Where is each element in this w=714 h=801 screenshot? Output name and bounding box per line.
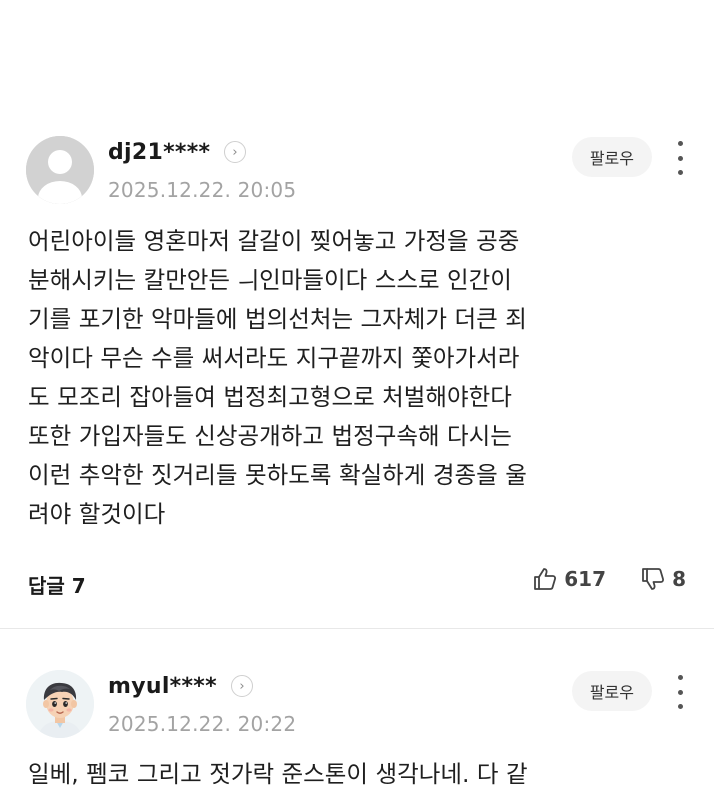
comment-timestamp: 2025.12.22. 20:22 (108, 712, 297, 736)
comment-timestamp: 2025.12.22. 20:05 (108, 178, 297, 202)
default-person-avatar-icon (26, 136, 94, 204)
comment-item: myul**** › 2025.12.22. 20:22 팔로우 일베, 펨코 … (0, 628, 714, 801)
avatar[interactable] (26, 136, 94, 204)
comment-item: dj21**** › 2025.12.22. 20:05 팔로우 어린아이들 영… (0, 0, 714, 628)
dislike-button[interactable]: 8 (640, 566, 686, 592)
more-options-icon[interactable] (674, 141, 686, 175)
more-options-icon[interactable] (674, 675, 686, 709)
thumbs-down-icon (642, 568, 665, 590)
thumbs-up-icon (534, 568, 557, 590)
comment-body: 일베, 펨코 그리고 젓가락 준스톤이 생각나네. 다 같 (28, 760, 528, 788)
cartoon-boy-avatar-icon (26, 670, 94, 738)
more-dot (677, 675, 683, 680)
dislike-count: 8 (672, 567, 686, 591)
like-count: 617 (564, 567, 606, 591)
chevron-right-icon[interactable]: › (224, 141, 246, 163)
more-dot (677, 155, 683, 161)
more-dot (677, 141, 683, 146)
follow-button[interactable]: 팔로우 (571, 137, 652, 177)
more-dot (677, 689, 683, 695)
comment-author[interactable]: myul**** (108, 674, 217, 699)
more-dot (677, 170, 683, 175)
reply-button[interactable]: 답글 7 (28, 570, 86, 599)
more-dot (677, 704, 683, 709)
comment-author[interactable]: dj21**** (108, 140, 210, 165)
follow-button[interactable]: 팔로우 (571, 671, 652, 711)
chevron-right-icon[interactable]: › (231, 675, 253, 697)
avatar[interactable] (26, 670, 94, 738)
like-button[interactable]: 617 (532, 566, 606, 592)
comment-body: 어린아이들 영혼마저 갈갈이 찢어놓고 가정을 공중 분해시키는 칼만안든 ㅢ인… (28, 227, 527, 528)
